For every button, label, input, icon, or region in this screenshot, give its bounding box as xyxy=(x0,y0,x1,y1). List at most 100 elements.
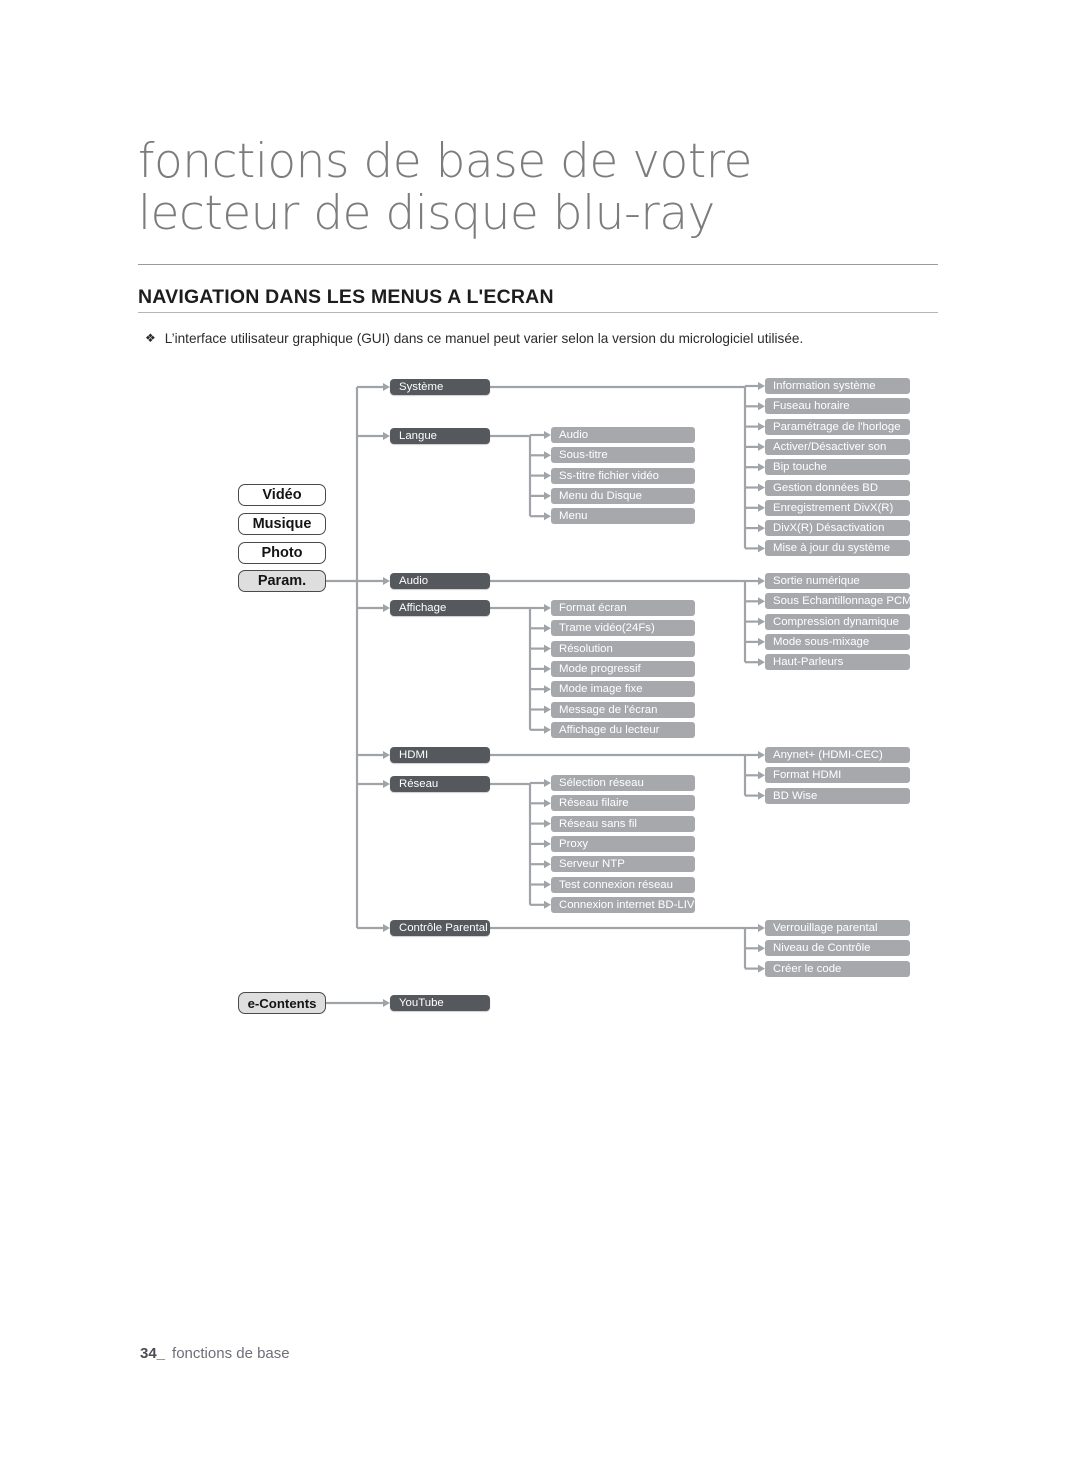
submenu-item[interactable]: Activer/Désactiver son xyxy=(765,438,910,455)
submenu-item[interactable]: Mode image fixe xyxy=(551,681,695,698)
page-number: 34_ xyxy=(140,1345,166,1362)
node-label: Réseau filaire xyxy=(559,797,629,810)
submenu-item[interactable]: Gestion données BD xyxy=(765,479,910,496)
node-label: Test connexion réseau xyxy=(559,878,673,891)
submenu-item[interactable]: Bip touche xyxy=(765,459,910,476)
node-label: Mode progressif xyxy=(559,662,641,675)
menu-node-affichage[interactable]: Affichage xyxy=(390,600,490,616)
submenu-item[interactable]: Mode progressif xyxy=(551,660,695,677)
node-label: Ss-titre fichier vidéo xyxy=(559,469,660,482)
node-label: Connexion internet BD-LIVE xyxy=(559,898,703,911)
node-label: Format écran xyxy=(559,602,627,614)
submenu-item[interactable]: Réseau filaire xyxy=(551,795,695,812)
node-label: Niveau de Contrôle xyxy=(773,942,871,955)
menu-node-audio[interactable]: Audio xyxy=(390,573,490,589)
node-label: Menu xyxy=(559,510,588,523)
root-menu-param[interactable]: Param. xyxy=(238,570,326,592)
node-label: Message de l'écran xyxy=(559,703,658,716)
menu-node-langue[interactable]: Langue xyxy=(390,428,490,444)
submenu-item[interactable]: Fuseau horaire xyxy=(765,398,910,415)
submenu-item[interactable]: Mode sous-mixage xyxy=(765,633,910,650)
node-label: Fuseau horaire xyxy=(773,400,850,413)
node-label: Information système xyxy=(773,380,876,392)
submenu-item[interactable]: Connexion internet BD-LIVE xyxy=(551,896,702,913)
manual-page: fonctions de base de votre lecteur de di… xyxy=(0,0,1080,1477)
menu-node-youtube[interactable]: YouTube xyxy=(390,995,490,1011)
node-label: Audio xyxy=(399,575,429,587)
node-label: Sélection réseau xyxy=(559,777,644,789)
footer-label: fonctions de base xyxy=(172,1345,290,1362)
submenu-item[interactable]: Niveau de Contrôle xyxy=(765,940,910,957)
node-label: Activer/Désactiver son xyxy=(773,440,887,453)
node-label: Contrôle Parental xyxy=(399,922,488,934)
node-label: Haut-Parleurs xyxy=(773,656,844,669)
submenu-item[interactable]: Sous-titre xyxy=(551,447,695,464)
node-label: BD Wise xyxy=(773,789,818,802)
submenu-item[interactable]: Proxy xyxy=(551,835,695,852)
submenu-item[interactable]: Message de l'écran xyxy=(551,701,695,718)
node-label: Système xyxy=(399,381,444,393)
submenu-item[interactable]: Serveur NTP xyxy=(551,856,695,873)
node-label: Sous-titre xyxy=(559,449,608,462)
submenu-item[interactable]: Format HDMI xyxy=(765,767,910,784)
page-footer: 34_ fonctions de base xyxy=(140,1345,290,1362)
node-label: Résolution xyxy=(559,642,613,655)
node-label: Créer le code xyxy=(773,962,842,975)
node-label: Réseau sans fil xyxy=(559,817,637,830)
node-label: Mode image fixe xyxy=(559,683,643,696)
node-label: Musique xyxy=(252,516,312,532)
node-label: Format HDMI xyxy=(773,769,842,782)
node-label: Bip touche xyxy=(773,461,827,474)
submenu-item[interactable]: Information système xyxy=(765,378,910,394)
menu-node-syst-me[interactable]: Système xyxy=(390,379,490,395)
node-label: Audio xyxy=(559,429,589,441)
submenu-item[interactable]: Test connexion réseau xyxy=(551,876,695,893)
root-menu-vid-o[interactable]: Vidéo xyxy=(238,484,326,506)
submenu-item[interactable]: BD Wise xyxy=(765,787,910,804)
menu-node-r-seau[interactable]: Réseau xyxy=(390,776,490,792)
node-label: Trame vidéo(24Fs) xyxy=(559,622,655,635)
node-label: Serveur NTP xyxy=(559,858,625,871)
connector-lines xyxy=(326,382,765,1007)
submenu-item[interactable]: Sélection réseau xyxy=(551,775,695,791)
submenu-item[interactable]: Sous Echantillonnage PCM xyxy=(765,593,912,610)
menu-node-hdmi[interactable]: HDMI xyxy=(390,747,490,763)
node-label: Menu du Disque xyxy=(559,489,642,502)
menu-node-contr-le-parental[interactable]: Contrôle Parental xyxy=(390,920,490,936)
submenu-item[interactable]: Enregistrement DivX(R) xyxy=(765,499,910,516)
node-label: Réseau xyxy=(399,778,439,790)
submenu-item[interactable]: Format écran xyxy=(551,600,695,616)
node-label: Sous Echantillonnage PCM xyxy=(773,595,912,608)
submenu-item[interactable]: Paramétrage de l'horloge xyxy=(765,418,910,435)
submenu-item[interactable]: Haut-Parleurs xyxy=(765,654,910,671)
submenu-item[interactable]: Anynet+ (HDMI-CEC) xyxy=(765,747,910,763)
submenu-item[interactable]: Ss-titre fichier vidéo xyxy=(551,467,695,484)
node-label: Affichage du lecteur xyxy=(559,723,660,736)
node-label: Param. xyxy=(257,573,307,589)
root-menu-photo[interactable]: Photo xyxy=(238,542,326,564)
node-label: Photo xyxy=(261,545,303,561)
submenu-item[interactable]: Menu du Disque xyxy=(551,487,695,504)
node-label: Paramétrage de l'horloge xyxy=(773,420,901,433)
submenu-item[interactable]: Sortie numérique xyxy=(765,573,910,589)
submenu-item[interactable]: DivX(R) Désactivation xyxy=(765,520,910,537)
submenu-item[interactable]: Verrouillage parental xyxy=(765,920,910,936)
submenu-item[interactable]: Mise à jour du système xyxy=(765,540,910,557)
node-label: Proxy xyxy=(559,837,589,850)
node-label: Enregistrement DivX(R) xyxy=(773,501,894,514)
node-label: HDMI xyxy=(399,749,429,761)
node-label: Affichage xyxy=(399,602,447,614)
submenu-item[interactable]: Compression dynamique xyxy=(765,613,910,630)
submenu-item[interactable]: Créer le code xyxy=(765,960,910,977)
submenu-item[interactable]: Audio xyxy=(551,427,695,443)
node-label: Verrouillage parental xyxy=(773,922,878,934)
root-menu-musique[interactable]: Musique xyxy=(238,513,326,535)
node-label: Compression dynamique xyxy=(773,615,899,628)
submenu-item[interactable]: Trame vidéo(24Fs) xyxy=(551,620,695,637)
submenu-item[interactable]: Résolution xyxy=(551,640,695,657)
submenu-item[interactable]: Affichage du lecteur xyxy=(551,721,695,738)
submenu-item[interactable]: Menu xyxy=(551,508,695,525)
submenu-item[interactable]: Réseau sans fil xyxy=(551,815,695,832)
menu-tree-diagram: Vidéo Musique Photo Param. Système Informatio… xyxy=(0,0,1080,1477)
root-menu-e-contents[interactable]: e-Contents xyxy=(238,992,326,1014)
